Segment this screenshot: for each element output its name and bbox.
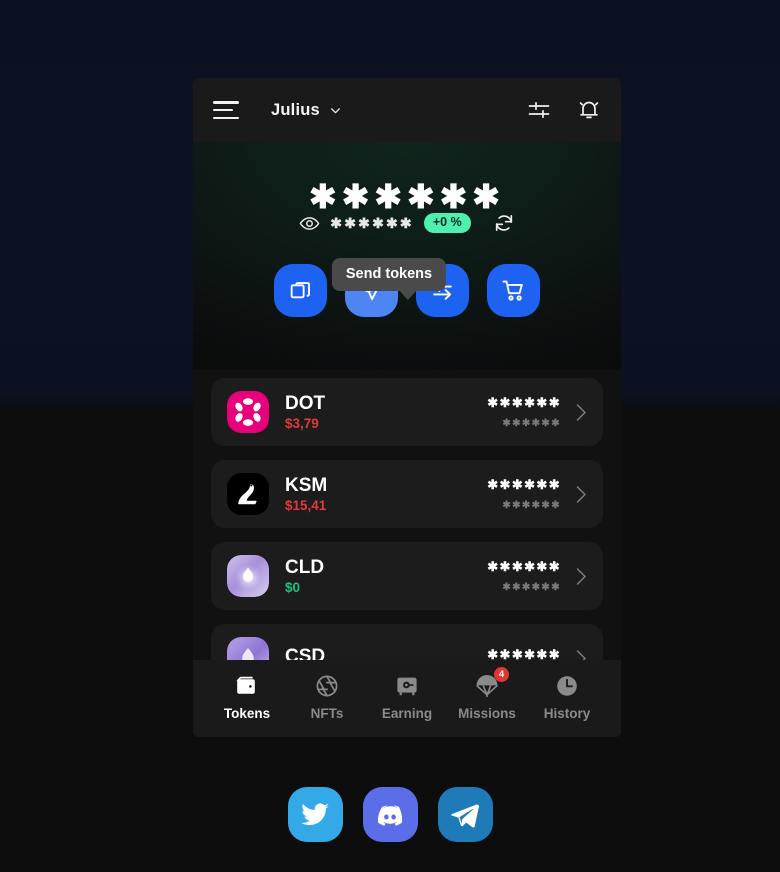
- token-amounts: ✱✱✱✱✱✱ ✱✱✱✱✱✱: [487, 477, 575, 511]
- table-row[interactable]: CLD $0 ✱✱✱✱✱✱ ✱✱✱✱✱✱: [211, 542, 603, 610]
- chevron-down-icon: [330, 107, 340, 113]
- change-percent-badge: +0 %: [423, 213, 471, 233]
- status-badge: 4: [494, 666, 509, 682]
- bell-icon[interactable]: [577, 98, 601, 122]
- account-selector[interactable]: Julius: [271, 101, 342, 120]
- chevron-right-icon: [576, 403, 586, 421]
- kusama-bird-icon: [227, 473, 269, 515]
- fiat-balance-masked: ✱✱✱✱✱✱: [330, 214, 414, 231]
- discord-button[interactable]: [362, 787, 418, 842]
- nav-label: Missions: [458, 705, 516, 721]
- token-fiat-masked: ✱✱✱✱✱✱: [502, 582, 561, 593]
- token-balance-masked: ✱✱✱✱✱✱: [487, 559, 561, 574]
- page-background: Julius ✱✱✱✱✱✱ ✱✱✱✱✱✱ +0 % Send tokens DO…: [0, 0, 780, 872]
- shopping-cart-icon: [502, 280, 523, 301]
- receive-button[interactable]: [274, 264, 327, 317]
- send-tokens-tooltip: Send tokens: [331, 258, 447, 300]
- twitter-bird-icon: [301, 802, 329, 825]
- social-links: [0, 787, 780, 842]
- token-meta: DOT $3,79: [285, 393, 325, 432]
- refresh-icon[interactable]: [493, 212, 515, 234]
- nav-item-tokens[interactable]: Tokens: [207, 673, 287, 721]
- copy-squares-icon: [290, 282, 310, 299]
- app-header: Julius: [193, 78, 621, 142]
- token-symbol: KSM: [285, 474, 328, 496]
- token-price: $15,41: [285, 498, 327, 514]
- token-balance-masked: ✱✱✱✱✱✱: [487, 477, 561, 492]
- telegram-plane-icon: [451, 803, 479, 828]
- twitter-button[interactable]: [287, 787, 343, 842]
- table-row[interactable]: DOT $3,79 ✱✱✱✱✱✱ ✱✱✱✱✱✱: [211, 378, 603, 446]
- table-row[interactable]: KSM $15,41 ✱✱✱✱✱✱ ✱✱✱✱✱✱: [211, 460, 603, 528]
- token-meta: CLD $0: [285, 557, 324, 596]
- token-list: DOT $3,79 ✱✱✱✱✱✱ ✱✱✱✱✱✱ KSM $15,41 ✱✱✱✱✱…: [193, 370, 621, 692]
- nav-item-history[interactable]: History: [527, 673, 607, 721]
- nav-item-nfts[interactable]: NFTs: [287, 673, 367, 721]
- buy-button[interactable]: [487, 264, 540, 317]
- nav-label: Earning: [381, 705, 433, 721]
- account-name: Julius: [271, 100, 320, 119]
- token-price: $0: [285, 580, 301, 596]
- token-amounts: ✱✱✱✱✱✱ ✱✱✱✱✱✱: [487, 395, 575, 429]
- balance-hero: ✱✱✱✱✱✱ ✱✱✱✱✱✱ +0 % Send tokens: [193, 142, 621, 370]
- token-symbol: CLD: [285, 556, 325, 578]
- safe-vault-icon: [394, 673, 420, 699]
- aperture-icon: [314, 673, 340, 699]
- clock-icon: [554, 673, 580, 699]
- header-actions: [527, 98, 601, 122]
- nav-item-missions[interactable]: 4 Missions: [447, 666, 527, 721]
- wallet-app-window: Julius ✱✱✱✱✱✱ ✱✱✱✱✱✱ +0 % Send tokens DO…: [193, 78, 621, 737]
- hamburger-menu-icon[interactable]: [213, 101, 239, 119]
- chevron-right-icon: [576, 485, 586, 503]
- token-fiat-masked: ✱✱✱✱✱✱: [502, 418, 561, 429]
- nav-label: History: [543, 705, 591, 721]
- token-symbol: DOT: [285, 392, 326, 414]
- balance-subrow: ✱✱✱✱✱✱ +0 %: [193, 210, 621, 236]
- token-balance-masked: ✱✱✱✱✱✱: [487, 395, 561, 410]
- wallet-icon: [234, 673, 260, 699]
- sliders-settings-icon[interactable]: [527, 98, 551, 122]
- total-balance-masked: ✱✱✱✱✱✱: [309, 178, 505, 215]
- nav-label: NFTs: [310, 705, 344, 721]
- discord-icon: [378, 805, 403, 826]
- token-amounts: ✱✱✱✱✱✱ ✱✱✱✱✱✱: [487, 559, 575, 593]
- parachute-icon: 4: [474, 666, 509, 699]
- eye-hide-balance-icon[interactable]: [299, 213, 320, 234]
- tooltip-label: Send tokens: [331, 258, 447, 291]
- telegram-button[interactable]: [437, 787, 493, 842]
- bottom-navigation: Tokens NFTs Earning 4 Missions History: [193, 660, 621, 737]
- token-meta: KSM $15,41: [285, 475, 327, 514]
- token-fiat-masked: ✱✱✱✱✱✱: [502, 500, 561, 511]
- nav-label: Tokens: [223, 705, 271, 721]
- polkadot-icon: [227, 391, 269, 433]
- tooltip-arrow: [398, 290, 417, 300]
- nav-item-earning[interactable]: Earning: [367, 673, 447, 721]
- chevron-right-icon: [576, 567, 586, 585]
- cloud-droplet-icon: [227, 555, 269, 597]
- token-price: $3,79: [285, 416, 319, 432]
